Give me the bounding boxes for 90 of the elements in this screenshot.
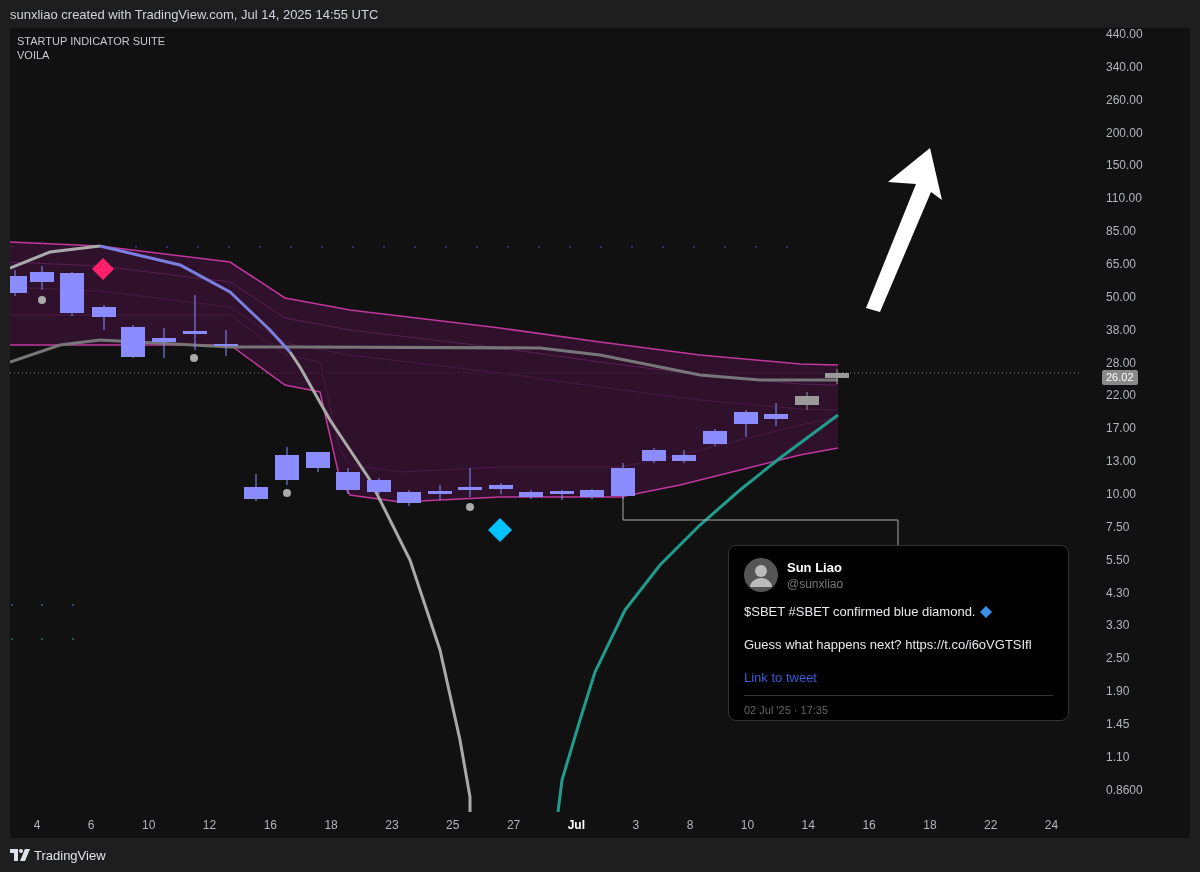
candle [244,473,268,502]
candle [60,271,84,317]
candle [611,462,635,500]
date-label: 22 [984,818,998,832]
date-label: 3 [632,818,640,832]
price-label: 150.00 [1105,159,1144,172]
date-label: 24 [1044,818,1059,832]
marker-dot [190,354,198,362]
candle [306,451,330,473]
price-label: 3.30 [1105,619,1131,632]
diamond-marker [92,258,114,280]
brand-name: TradingView [34,847,106,863]
price-label: 17.00 [1105,422,1138,435]
date-label: 14 [801,818,815,832]
price-label: 260.00 [1105,93,1144,106]
price-label: 13.00 [1105,455,1138,468]
price-label: 0.8600 [1105,783,1144,796]
candle [825,368,849,385]
indicator-label: STARTUP INDICATOR SUITE [17,35,166,47]
price-label: 340.00 [1105,60,1144,73]
price-label: 65.00 [1105,258,1138,270]
candle [458,467,482,498]
date-label: 23 [385,818,399,832]
candle [519,489,543,500]
tweet-text: Guess what happens next? https://t.co/i6oVGTSIfl [744,637,1032,652]
marker-dot [38,296,46,304]
candle [764,402,788,427]
price-label: 440.00 [1105,28,1144,40]
candle [183,294,207,351]
date-label: Jul [567,818,586,832]
current-price-label: 26.02 [1102,370,1138,385]
candle [367,477,391,495]
price-label: 1.45 [1105,718,1131,731]
date-label: 10 [142,818,156,832]
date-label: 18 [324,818,338,832]
tweet-link[interactable]: Link to tweet [744,670,817,685]
candle [152,327,176,359]
price-label: 85.00 [1105,225,1138,238]
header-text: sunxliao created with TradingView.com, Jul 14, 2025 14:55 UTC [10,6,379,22]
price-label: 4.30 [1105,586,1131,599]
candle [30,265,54,291]
date-label: 16 [862,818,876,832]
date-label: 8 [686,818,694,832]
author-name: Sun Liao [787,559,843,575]
candle [734,409,758,438]
diamond-marker [488,518,512,542]
candle [642,447,666,464]
date-label: 12 [202,818,217,832]
date-label: 18 [923,818,937,832]
price-label: 22.00 [1105,389,1138,402]
tweet-text: $SBET #SBET confirmed blue diamond. [744,604,976,619]
candle [336,467,360,495]
price-label: 28.00 [1105,356,1138,369]
author-handle: @sunxliao [787,576,844,591]
date-label: 27 [506,818,521,832]
date-label: 16 [263,818,277,832]
price-label: 1.90 [1105,685,1131,698]
indicator-label: VOILA [17,49,51,61]
candle [580,488,604,500]
candle [672,449,696,464]
diamond-icon [980,605,993,618]
candle [489,482,513,495]
candle [10,269,27,297]
price-label: 5.50 [1105,553,1131,566]
price-label: 110.00 [1105,192,1143,205]
candle [703,428,727,447]
date-label: 6 [87,818,95,832]
price-label: 2.50 [1105,652,1131,665]
date-label: 4 [33,818,41,832]
price-label: 38.00 [1105,323,1138,336]
avatar [744,558,778,592]
date-label: 10 [740,818,755,832]
price-label: 200.00 [1105,126,1144,139]
candle [214,329,238,357]
candle [92,304,116,331]
price-label: 50.00 [1105,290,1138,303]
logo-icon [10,849,30,861]
candle [428,484,452,501]
candle [121,324,145,359]
price-label: 10.00 [1105,488,1138,501]
candle [275,446,299,486]
candle [795,391,819,411]
marker-dot [466,503,474,511]
candle [397,489,421,507]
date-label: 25 [446,818,460,832]
tweet-date: 02 Jul '25 · 17:35 [744,704,830,716]
candle [550,489,574,501]
price-label: 1.10 [1105,750,1131,763]
marker-dot [283,489,291,497]
price-label: 7.50 [1105,520,1131,533]
